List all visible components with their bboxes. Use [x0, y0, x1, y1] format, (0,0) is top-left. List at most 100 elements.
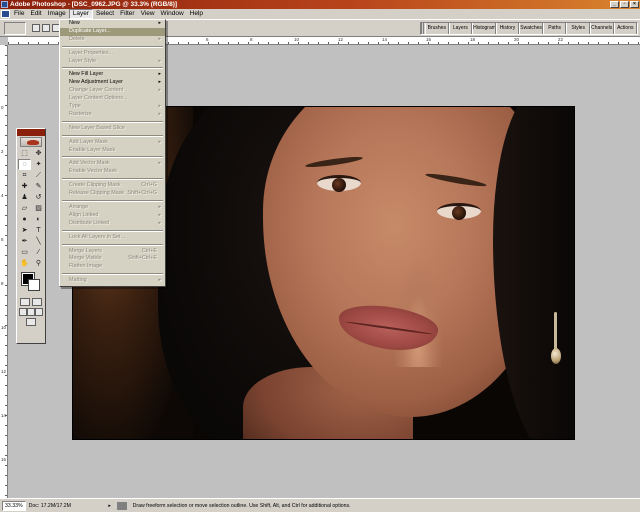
palette-tab-history[interactable]: History: [495, 23, 520, 34]
palette-tab-actions[interactable]: Actions: [613, 23, 638, 34]
palette-tab-histogram[interactable]: Histogram: [472, 23, 496, 34]
photoshop-feather-logo[interactable]: [20, 137, 42, 147]
photo-left-eye: [317, 175, 361, 192]
magic-wand-tool[interactable]: ✦: [32, 159, 45, 170]
menu-image[interactable]: Image: [45, 9, 69, 19]
window-controls: _ ▫ ×: [610, 1, 639, 8]
close-button[interactable]: ×: [630, 1, 639, 8]
brush-tool[interactable]: ✎: [32, 181, 45, 192]
healing-brush-tool[interactable]: ✚: [18, 181, 31, 192]
menu-item-shortcut: Shift+Ctrl+E: [127, 255, 157, 262]
menu-view[interactable]: View: [138, 9, 158, 19]
pen-tool[interactable]: ✒: [18, 236, 31, 247]
menu-item-label: Distribute Linked: [69, 219, 110, 226]
vertical-ruler[interactable]: 0 2 4 6 8 10 12 14 16: [0, 45, 8, 498]
menu-separator: [62, 178, 163, 181]
dodge-tool[interactable]: ◐: [32, 214, 45, 225]
type-icon: T: [36, 227, 41, 234]
gradient-tool[interactable]: ▨: [32, 203, 45, 214]
quick-mask-button[interactable]: [32, 298, 42, 306]
menu-item-duplicate-layer[interactable]: Duplicate Layer...: [60, 27, 165, 36]
hand-tool[interactable]: ✋: [18, 258, 31, 269]
jump-to-imageready-button[interactable]: [26, 318, 36, 326]
menu-separator: [62, 45, 163, 48]
submenu-arrow-icon: ▸: [158, 87, 161, 94]
palette-tab-channels[interactable]: Channels: [589, 23, 614, 34]
photoshop-app-icon[interactable]: [1, 1, 8, 8]
menu-select[interactable]: Select: [93, 9, 117, 19]
eraser-tool[interactable]: ▱: [18, 203, 31, 214]
history-brush-tool[interactable]: ↺: [32, 192, 45, 203]
move-tool[interactable]: ✥: [32, 148, 45, 159]
menu-window[interactable]: Window: [158, 9, 187, 19]
ruler-label: 10: [294, 37, 300, 42]
maximize-button[interactable]: ▫: [620, 1, 629, 8]
menu-bar: File Edit Image Layer Select Filter View…: [0, 9, 640, 19]
submenu-arrow-icon: ▸: [158, 211, 161, 218]
minimize-button[interactable]: _: [610, 1, 619, 8]
menu-item-rasterize: Rasterize ▸: [60, 111, 165, 119]
path-selection-tool[interactable]: ➤: [18, 225, 31, 236]
menu-item-label: Merge Visible: [69, 255, 102, 262]
palette-tab-paths[interactable]: Paths: [542, 23, 567, 34]
ruler-label: 4: [1, 193, 4, 198]
path-selection-icon: ➤: [21, 227, 28, 234]
eyedropper-tool[interactable]: ⁄: [32, 247, 45, 258]
menu-item-new[interactable]: New ▸: [60, 20, 165, 28]
clone-stamp-tool[interactable]: ♟: [18, 192, 31, 203]
status-menu-arrow-icon[interactable]: ▸: [106, 501, 114, 511]
clone-stamp-icon: ♟: [21, 194, 28, 201]
full-screen-button[interactable]: [35, 308, 43, 316]
menu-item-enable-vector-mask: Enable Vector Mask: [60, 168, 165, 176]
title-bar: Adobe Photoshop - [DSC_0962.JPG @ 33.3% …: [0, 0, 640, 9]
menu-item-label: Arrange: [69, 204, 89, 211]
menu-item-label: Create Clipping Mask: [69, 182, 121, 189]
menu-item-label: Delete: [69, 35, 85, 42]
standard-screen-button[interactable]: [19, 308, 27, 316]
add-to-selection-button[interactable]: [42, 24, 50, 32]
document-icon[interactable]: [1, 10, 10, 18]
crop-tool[interactable]: ⌗: [18, 170, 31, 181]
lasso-tool[interactable]: ◌: [18, 159, 31, 170]
menu-item-new-adjustment-layer[interactable]: New Adjustment Layer ▸: [60, 79, 165, 87]
toolbox-title-bar[interactable]: [17, 129, 45, 136]
submenu-arrow-icon: ▸: [158, 71, 161, 78]
ruler-label: 0: [1, 105, 4, 110]
type-tool[interactable]: T: [32, 225, 45, 236]
shape-tool[interactable]: ╲: [32, 236, 45, 247]
menu-layer[interactable]: Layer: [68, 9, 94, 19]
marquee-tool[interactable]: ⬚: [18, 148, 31, 159]
menu-item-label: Enable Vector Mask: [69, 168, 117, 175]
menu-help[interactable]: Help: [187, 9, 206, 19]
menu-item-label: Release Clipping Mask: [69, 190, 125, 197]
menu-item-add-layer-mask: Add Layer Mask ▸: [60, 139, 165, 147]
menu-item-new-fill-layer[interactable]: New Fill Layer ▸: [60, 71, 165, 79]
blur-tool[interactable]: ●: [18, 214, 31, 225]
menu-item-label: Add Layer Mask: [69, 138, 108, 145]
menu-edit[interactable]: Edit: [27, 9, 44, 19]
menu-item-layer-style: Layer Style ▸: [60, 58, 165, 66]
background-color-swatch[interactable]: [28, 279, 40, 291]
tool-preset-picker[interactable]: [4, 22, 26, 35]
palette-tab-styles[interactable]: Styles: [566, 23, 590, 34]
blur-icon: ●: [22, 216, 27, 223]
palette-tab-brushes[interactable]: Brushes: [425, 23, 449, 34]
photo-earring: [551, 312, 561, 364]
menu-item-label: Change Layer Content: [69, 87, 124, 94]
menu-item-merge-visible: Merge Visible Shift+Ctrl+E: [60, 255, 165, 263]
magic-wand-icon: ✦: [35, 161, 42, 168]
full-screen-menu-button[interactable]: [27, 308, 35, 316]
menu-filter[interactable]: Filter: [117, 9, 137, 19]
zoom-field[interactable]: 33.33%: [2, 500, 26, 511]
notes-tool[interactable]: ▭: [18, 247, 31, 258]
menu-file[interactable]: File: [11, 9, 27, 19]
standard-mode-button[interactable]: [20, 298, 30, 306]
slice-tool[interactable]: ⟋: [32, 170, 45, 181]
palette-tab-layers[interactable]: Layers: [448, 23, 473, 34]
menu-item-label: Enable Layer Mask: [69, 146, 116, 153]
document-size: Doc: 17.2M/17.2M: [28, 502, 71, 509]
palette-tab-swatches[interactable]: Swatches: [519, 23, 543, 34]
new-selection-button[interactable]: [32, 24, 40, 32]
status-bar: 33.33% Doc: 17.2M/17.2M ▸ Draw freeform …: [0, 498, 640, 512]
zoom-tool[interactable]: ⚲: [32, 258, 45, 269]
